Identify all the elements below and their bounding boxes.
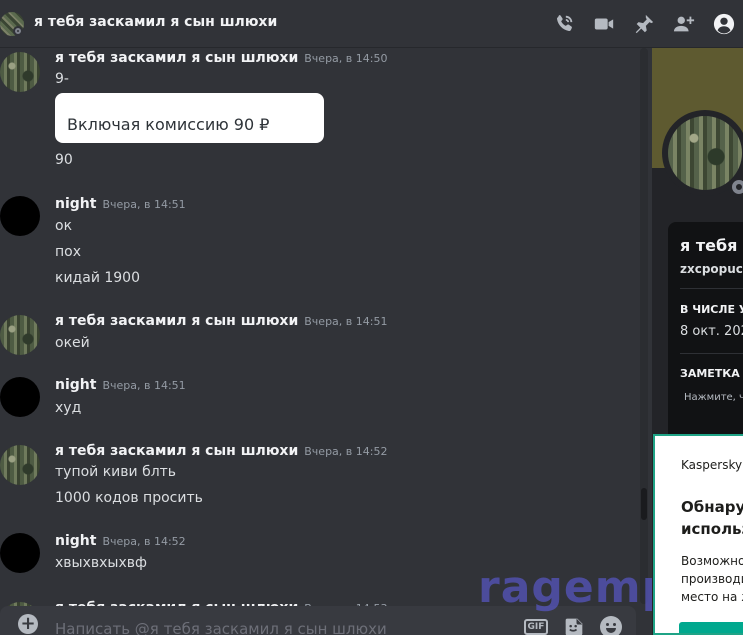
dm-header: я тебя заскамил я сын шлюхи (0, 0, 743, 48)
upload-plus-icon[interactable]: + (18, 614, 38, 634)
pinned-messages-button[interactable] (631, 11, 657, 37)
message-text: 1000 кодов просить (55, 490, 203, 506)
phone-call-icon (556, 15, 573, 32)
avatar[interactable] (0, 315, 40, 355)
message-input[interactable]: Написать @я тебя заскамил я сын шлюхи (55, 620, 387, 635)
kaspersky-title: Обнаруж использу (681, 496, 743, 540)
message-timestamp: Вчера, в 14:52 (102, 535, 186, 548)
note-heading: ЗАМЕТКА (680, 367, 740, 380)
avatar[interactable] (0, 196, 40, 236)
avatar[interactable] (0, 533, 40, 573)
author-name[interactable]: night (55, 196, 96, 212)
message-text: пох (55, 244, 82, 260)
message-text: кидай 1900 (55, 270, 140, 286)
kaspersky-notification[interactable]: Kaspersky Обнаруж использу Возможно прои… (653, 434, 743, 635)
message-author[interactable]: night Вчера, в 14:51 (55, 196, 186, 212)
message-author[interactable]: night Вчера, в 14:52 (55, 533, 186, 549)
member-since-value: 8 окт. 2023 (680, 324, 743, 339)
message-text: 9- (55, 71, 69, 87)
avatar[interactable] (0, 377, 40, 417)
gif-picker-button[interactable]: GIF (524, 619, 548, 635)
add-user-icon (673, 16, 695, 32)
message-text: ок (55, 218, 73, 234)
profile-divider (680, 288, 743, 289)
message-text: тупой киви блть (55, 464, 177, 480)
message-scrollbar-track[interactable] (640, 48, 648, 604)
member-since-heading: В ЧИСЛЕ У (680, 303, 743, 316)
kaspersky-body-line: производи (681, 572, 743, 586)
kaspersky-body-line: место на ж (681, 590, 743, 604)
message-timestamp: Вчера, в 14:50 (304, 52, 388, 65)
profile-offline-status-icon (728, 176, 743, 198)
embed-text: Включая комиссию 90 ₽ (67, 115, 270, 134)
note-input[interactable]: Нажмите, ч (684, 392, 743, 403)
avatar[interactable] (0, 445, 40, 485)
message-timestamp: Вчера, в 14:51 (102, 379, 186, 392)
message-timestamp: Вчера, в 14:51 (102, 198, 186, 211)
message-author[interactable]: я тебя заскамил я сын шлюхи Вчера, в 14:5… (55, 443, 387, 459)
user-profile-toggle-button[interactable] (711, 11, 737, 37)
kaspersky-title-line: использу (681, 520, 743, 538)
video-camera-icon (594, 18, 614, 30)
author-name[interactable]: я тебя заскамил я сын шлюхи (55, 313, 298, 329)
author-name[interactable]: я тебя заскамил я сын шлюхи (55, 50, 298, 66)
message-author[interactable]: я тебя заскамил я сын шлюхи Вчера, в 14:5… (55, 50, 387, 66)
pin-icon (635, 14, 654, 34)
message-list: я тебя заскамил я сын шлюхи Вчера, в 14:5… (0, 48, 652, 635)
kaspersky-title-line: Обнаруж (681, 498, 743, 516)
author-name[interactable]: я тебя заскамил я сын шлюхи (55, 443, 298, 459)
message-text: хвыхвхыхвф (55, 555, 147, 571)
author-name[interactable]: night (55, 377, 96, 393)
message-author[interactable]: night Вчера, в 14:51 (55, 377, 186, 393)
offline-status-icon (13, 26, 23, 36)
add-friends-to-dm-button[interactable] (671, 11, 697, 37)
message-scrollbar-thumb[interactable] (641, 488, 647, 520)
emoji-picker-icon[interactable] (600, 616, 622, 635)
kaspersky-body: Возможно производи место на ж (681, 552, 743, 606)
avatar[interactable] (0, 52, 40, 92)
start-voice-call-button[interactable] (551, 11, 577, 37)
kaspersky-action-button[interactable] (679, 622, 743, 633)
message-timestamp: Вчера, в 14:52 (304, 445, 388, 458)
kaspersky-brand: Kaspersky (681, 458, 743, 472)
profile-divider (680, 353, 743, 354)
message-text: худ (55, 400, 82, 416)
message-timestamp: Вчера, в 14:51 (304, 315, 388, 328)
author-name[interactable]: night (55, 533, 96, 549)
message-text: 90 (55, 152, 73, 168)
sticker-icon[interactable] (564, 617, 584, 635)
message-embed-card: Включая комиссию 90 ₽ (55, 93, 324, 143)
message-text: окей (55, 335, 90, 351)
profile-display-name: я тебя з (680, 236, 743, 255)
start-video-call-button[interactable] (591, 11, 617, 37)
discord-window: я тебя заскамил я сын шлюхи я тебя заска… (0, 0, 743, 635)
kaspersky-body-line: Возможно (681, 554, 743, 568)
message-author[interactable]: я тебя заскамил я сын шлюхи Вчера, в 14:5… (55, 313, 387, 329)
profile-username: zxcpopuck (680, 262, 743, 276)
dm-title[interactable]: я тебя заскамил я сын шлюхи (34, 14, 277, 30)
user-profile-icon (713, 13, 735, 35)
